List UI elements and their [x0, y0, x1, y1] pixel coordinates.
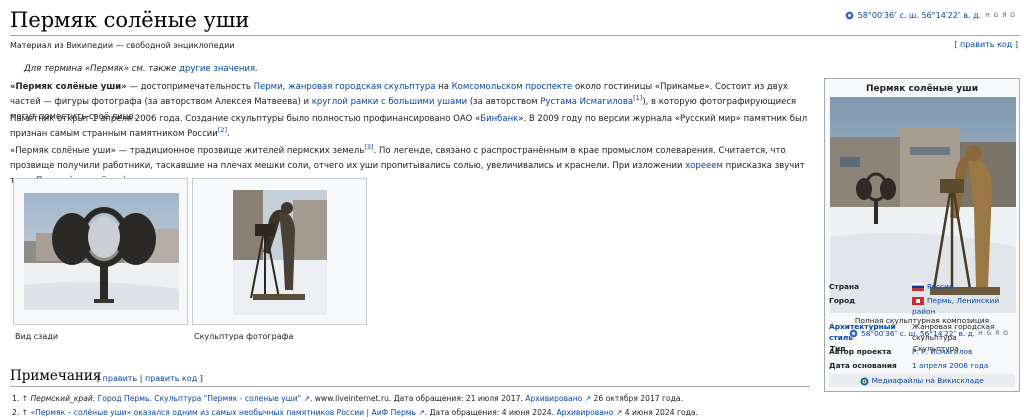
photo-back-view[interactable] — [24, 193, 179, 310]
notes-divider — [10, 386, 810, 387]
notes-edit-code-link[interactable]: править код — [145, 374, 197, 383]
reference-number[interactable]: 1. ↑ — [12, 394, 30, 403]
edit-code-link[interactable]: [ править код ] — [954, 40, 1018, 49]
external-link-icon: ↗ — [582, 394, 592, 403]
ref-2-link[interactable]: [2] — [218, 126, 227, 134]
history-paragraph: Памятник открыт 1 апреля 2006 года. Созд… — [10, 112, 810, 142]
ref-3-link[interactable]: [3] — [364, 143, 373, 151]
commons-icon — [860, 377, 869, 385]
infobox-city-link[interactable]: Пермь, Ленинский район — [912, 296, 999, 316]
coordinates-link[interactable]: 58°00′36″ с. ш. 56°14′22″ в. д. — [858, 11, 982, 20]
p1-text-1: — достопримечательность — [126, 82, 254, 92]
infobox-country-link[interactable]: Россия — [927, 282, 953, 291]
coordinates-top[interactable]: 58°00′36″ с. ш. 56°14′22″ в. д. H G Я O — [845, 11, 1016, 20]
link-round-frame[interactable]: круглой рамки с большими ушами — [312, 97, 467, 107]
site-tagline: Материал из Википедии — свободной энцикл… — [10, 41, 235, 50]
notes-edit-links: [ править | править код ] — [97, 374, 203, 383]
infobox-label: Автор проекта — [829, 347, 892, 356]
infobox-label: Страна — [829, 282, 860, 291]
ref-1-link[interactable]: [1] — [633, 94, 642, 102]
reference-item: 1. ↑ Пермский_край. Город Пермь. Скульпт… — [12, 392, 698, 406]
p1-text-3: на — [435, 82, 452, 92]
p1-text-5: (за авторством — [467, 97, 541, 107]
hatnote-text: Для термина «Пермяк» см. также — [24, 64, 180, 74]
photo-photographer[interactable] — [233, 190, 327, 315]
p2-text-3: . — [227, 129, 230, 139]
gallery-item-back-view — [13, 178, 188, 325]
title-divider — [10, 35, 1020, 36]
notes-heading: Примечания — [10, 368, 102, 384]
page-title: Пермяк солёные уши — [10, 8, 250, 32]
reference-title-link[interactable]: Город Пермь. Скульптура "Пермяк - солены… — [98, 394, 302, 403]
notes-edit-sep: | — [137, 374, 145, 383]
gallery-caption-photographer: Скульптура фотографа — [194, 332, 294, 341]
infobox-label: Город — [829, 296, 856, 305]
link-genre-sculpture[interactable]: жанровая городская скульптура — [288, 82, 435, 92]
infobox-label-link[interactable]: Архитектурный стиль — [829, 321, 909, 343]
article-subject: «Пермяк солёные уши» — [10, 82, 127, 92]
reference-text: . www.liveinternet.ru. Дата обращения: 2… — [309, 394, 526, 403]
link-perm[interactable]: Перми — [254, 82, 283, 92]
link-rustam-ismagilov[interactable]: Рустама Исмагилова — [540, 97, 633, 107]
link-komsomolsky-prospekt[interactable]: Комсомольском проспекте — [452, 82, 573, 92]
link-binbank[interactable]: Бинбанк — [480, 114, 518, 124]
external-link-icon: ↗ — [416, 408, 425, 417]
gallery-caption-back-view: Вид сзади — [15, 332, 59, 341]
globe-pin-icon — [845, 11, 854, 20]
archive-link[interactable]: Архивировано — [556, 408, 613, 417]
coordinates-services[interactable]: H G Я O — [985, 12, 1016, 19]
p3-text-1: «Пермяк солёные уши» — традиционное проз… — [10, 146, 365, 156]
infobox-label: Дата основания — [829, 361, 897, 370]
infobox: Пермяк солёные уши Полная скульптурная к… — [824, 78, 1020, 392]
reference-text: 4 июня 2024 года. — [622, 408, 698, 417]
flag-perm-icon — [912, 297, 924, 305]
hatnote-suffix: . — [255, 64, 258, 74]
reference-number[interactable]: 2. ↑ — [12, 408, 30, 417]
infobox-title: Пермяк солёные уши — [866, 84, 978, 94]
hatnote-link[interactable]: другие значения — [179, 64, 255, 74]
hatnote: Для термина «Пермяк» см. также другие зн… — [24, 64, 258, 74]
infobox-commons[interactable]: Медиафайлы на Викискладе — [829, 374, 1015, 387]
infobox-author-link[interactable]: Р. Р. Исмагилов — [912, 346, 1015, 357]
commons-link[interactable]: Медиафайлы на Викискладе — [872, 376, 984, 385]
infobox-value: Россия — [912, 281, 1015, 292]
external-link-icon: ↗ — [301, 394, 310, 403]
reference-author: Пермский_край — [30, 394, 93, 403]
infobox-value: Пермь, Ленинский район — [912, 295, 1015, 317]
gallery-item-photographer — [192, 178, 367, 325]
reference-text: 26 октября 2017 года. — [591, 394, 684, 403]
p2-text-1: Памятник открыт 1 апреля 2006 года. Созд… — [10, 114, 481, 124]
external-link-icon: ↗ — [613, 408, 623, 417]
infobox-date-link[interactable]: 1 апреля 2006 года — [912, 360, 1015, 371]
reference-text: . Дата обращения: 4 июня 2024. — [424, 408, 557, 417]
references-list: 1. ↑ Пермский_край. Город Пермь. Скульпт… — [12, 392, 698, 420]
notes-edit-link[interactable]: править — [103, 374, 138, 383]
archive-link[interactable]: Архивировано — [525, 394, 582, 403]
flag-russia-icon — [912, 283, 924, 291]
infobox-value: Жанровая городская скульптура — [912, 322, 995, 342]
reference-title-link[interactable]: «Пермяк – солёные уши» оказался одним из… — [30, 408, 416, 417]
notes-edit-close: ] — [197, 374, 203, 383]
link-trochee[interactable]: хорееем — [685, 161, 723, 171]
